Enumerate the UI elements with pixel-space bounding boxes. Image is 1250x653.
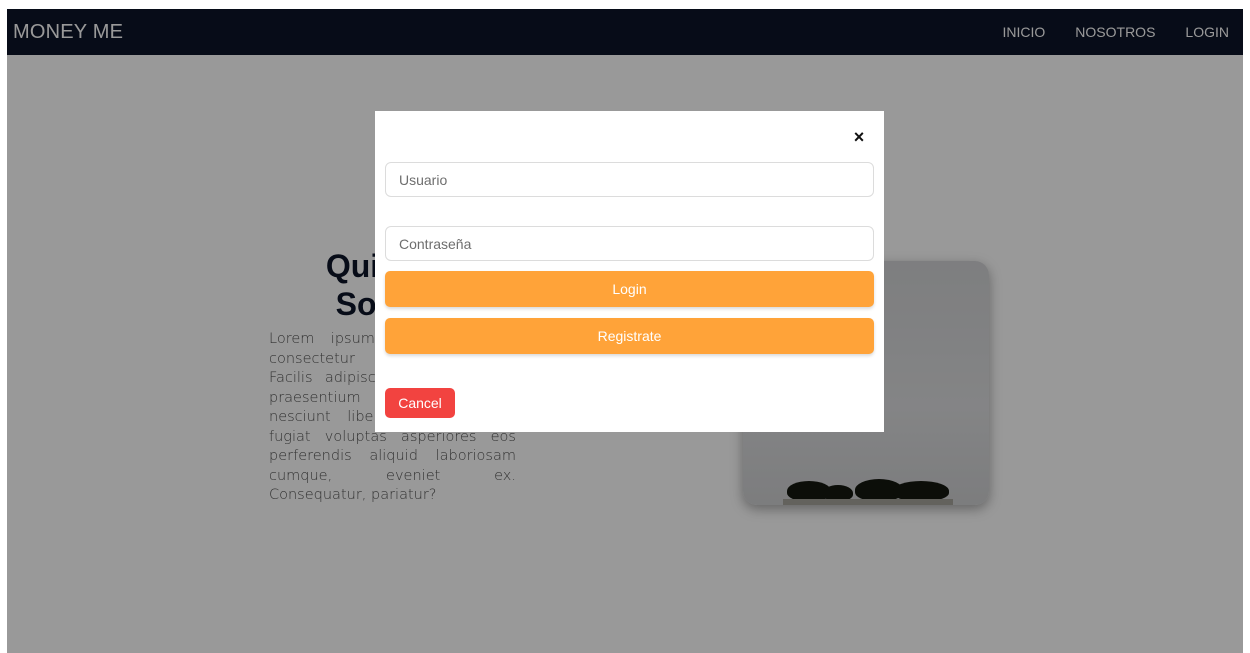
username-input[interactable] [385,162,874,197]
login-modal: × Login Registrate Cancel [375,111,884,432]
login-button[interactable]: Login [385,271,874,307]
browser-viewport: MONEY ME INICIO NOSOTROS LOGIN Quienes S… [7,9,1243,653]
password-input[interactable] [385,226,874,261]
cancel-button[interactable]: Cancel [385,388,455,418]
close-icon[interactable]: × [851,128,867,146]
register-button[interactable]: Registrate [385,318,874,354]
